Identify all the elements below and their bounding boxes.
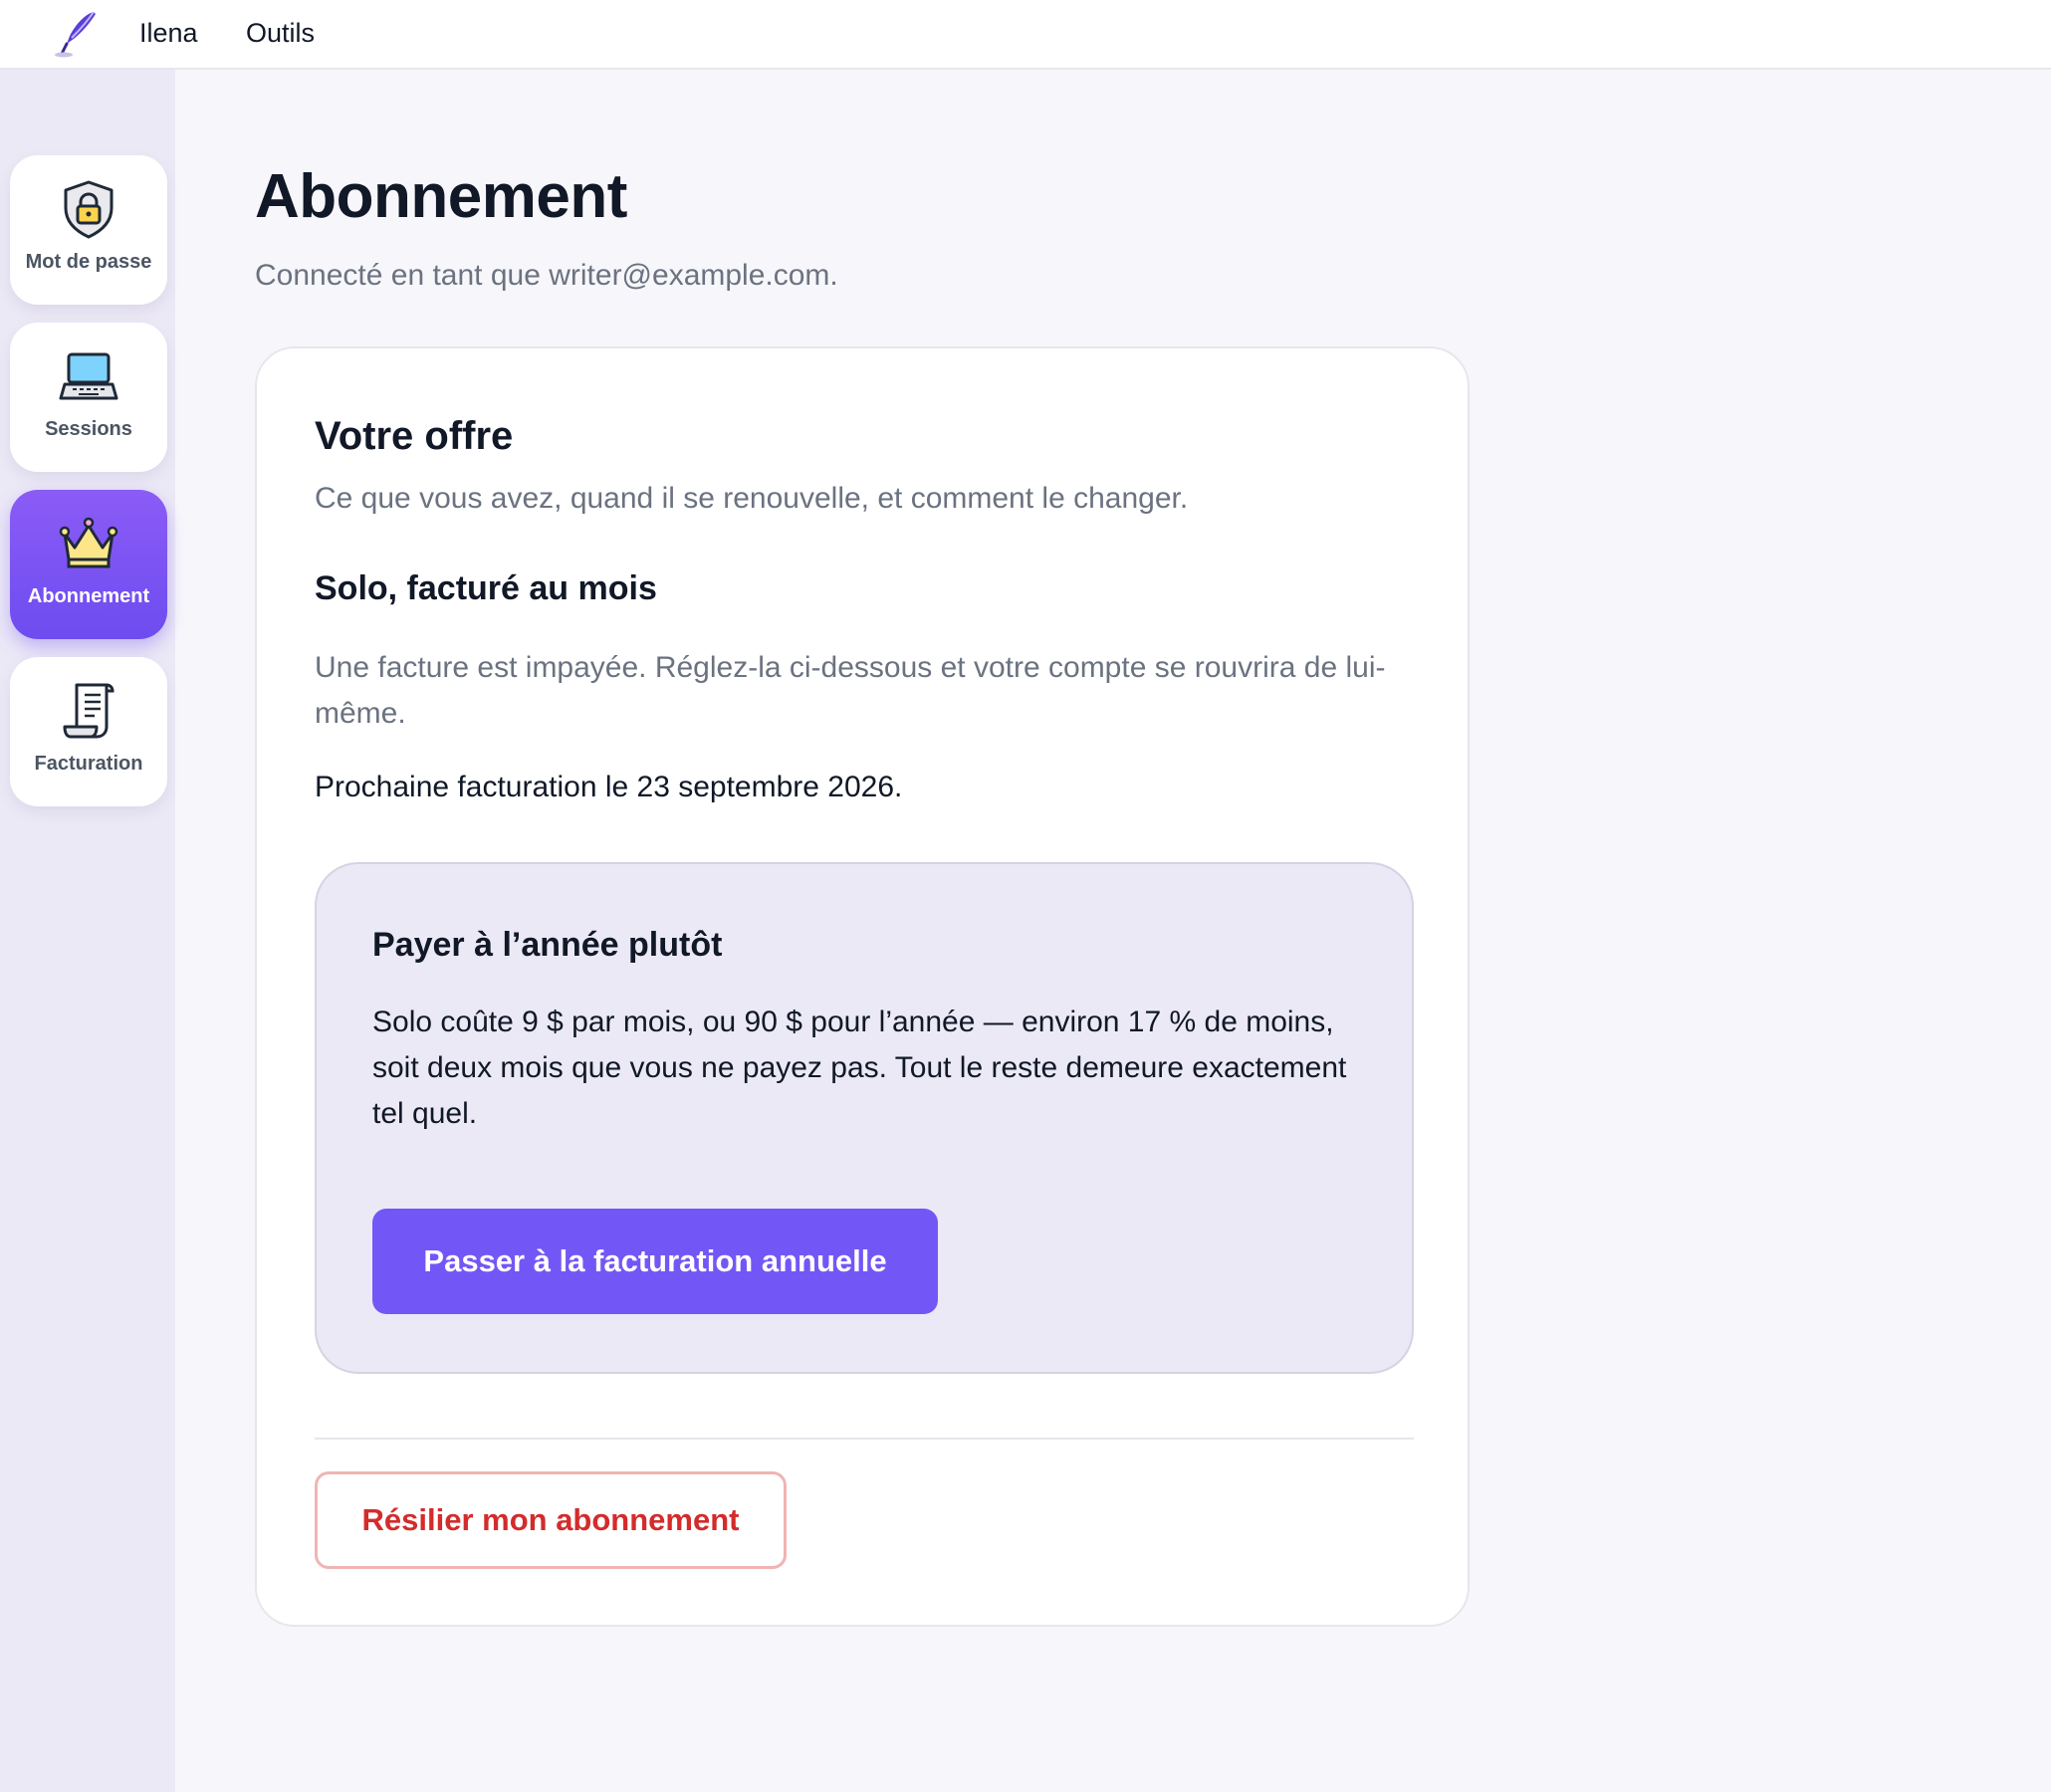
switch-to-annual-button[interactable]: Passer à la facturation annuelle	[372, 1209, 938, 1314]
page-title: Abonnement	[255, 162, 627, 231]
top-bar: Ilena Outils	[0, 0, 2051, 70]
card-title: Votre offre	[315, 414, 514, 458]
shield-lock-icon	[64, 180, 114, 239]
sidebar-item-label: Sessions	[45, 418, 132, 440]
annual-upsell-panel: Payer à l’année plutôt Solo coûte 9 $ pa…	[315, 862, 1414, 1374]
cancel-subscription-button[interactable]: Résilier mon abonnement	[315, 1471, 787, 1569]
quill-pen-icon[interactable]	[50, 8, 104, 60]
page-subtitle: Connecté en tant que writer@example.com.	[255, 259, 838, 292]
upsell-title: Payer à l’année plutôt	[372, 926, 723, 964]
sidebar-item-sessions[interactable]: Sessions	[10, 323, 167, 472]
sidebar-item-label: Facturation	[34, 753, 143, 775]
sidebar-item-password[interactable]: Mot de passe	[10, 155, 167, 305]
unpaid-invoice-notice: Une facture est impayée. Réglez-la ci-de…	[315, 651, 1386, 730]
nav-app-name[interactable]: Ilena	[139, 18, 198, 49]
laptop-icon	[59, 352, 118, 400]
upsell-text: Solo coûte 9 $ par mois, ou 90 $ pour l’…	[372, 1006, 1347, 1130]
sidebar-item-label: Mot de passe	[25, 251, 152, 273]
card-subtitle: Ce que vous avez, quand il se renouvelle…	[315, 482, 1189, 515]
sidebar: Mot de passe Sessions Abonnement Factura…	[0, 70, 175, 1792]
crown-icon	[59, 517, 118, 568]
sidebar-item-subscription[interactable]: Abonnement	[10, 490, 167, 639]
sidebar-item-billing[interactable]: Facturation	[10, 657, 167, 806]
sidebar-item-label: Abonnement	[27, 585, 150, 607]
next-billing-date: Prochaine facturation le 23 septembre 20…	[315, 771, 903, 803]
plan-name: Solo, facturé au mois	[315, 569, 657, 607]
plan-card: Votre offre Ce que vous avez, quand il s…	[255, 346, 1470, 1627]
divider	[315, 1438, 1414, 1440]
receipt-icon	[63, 683, 114, 739]
nav-tools[interactable]: Outils	[246, 18, 315, 49]
